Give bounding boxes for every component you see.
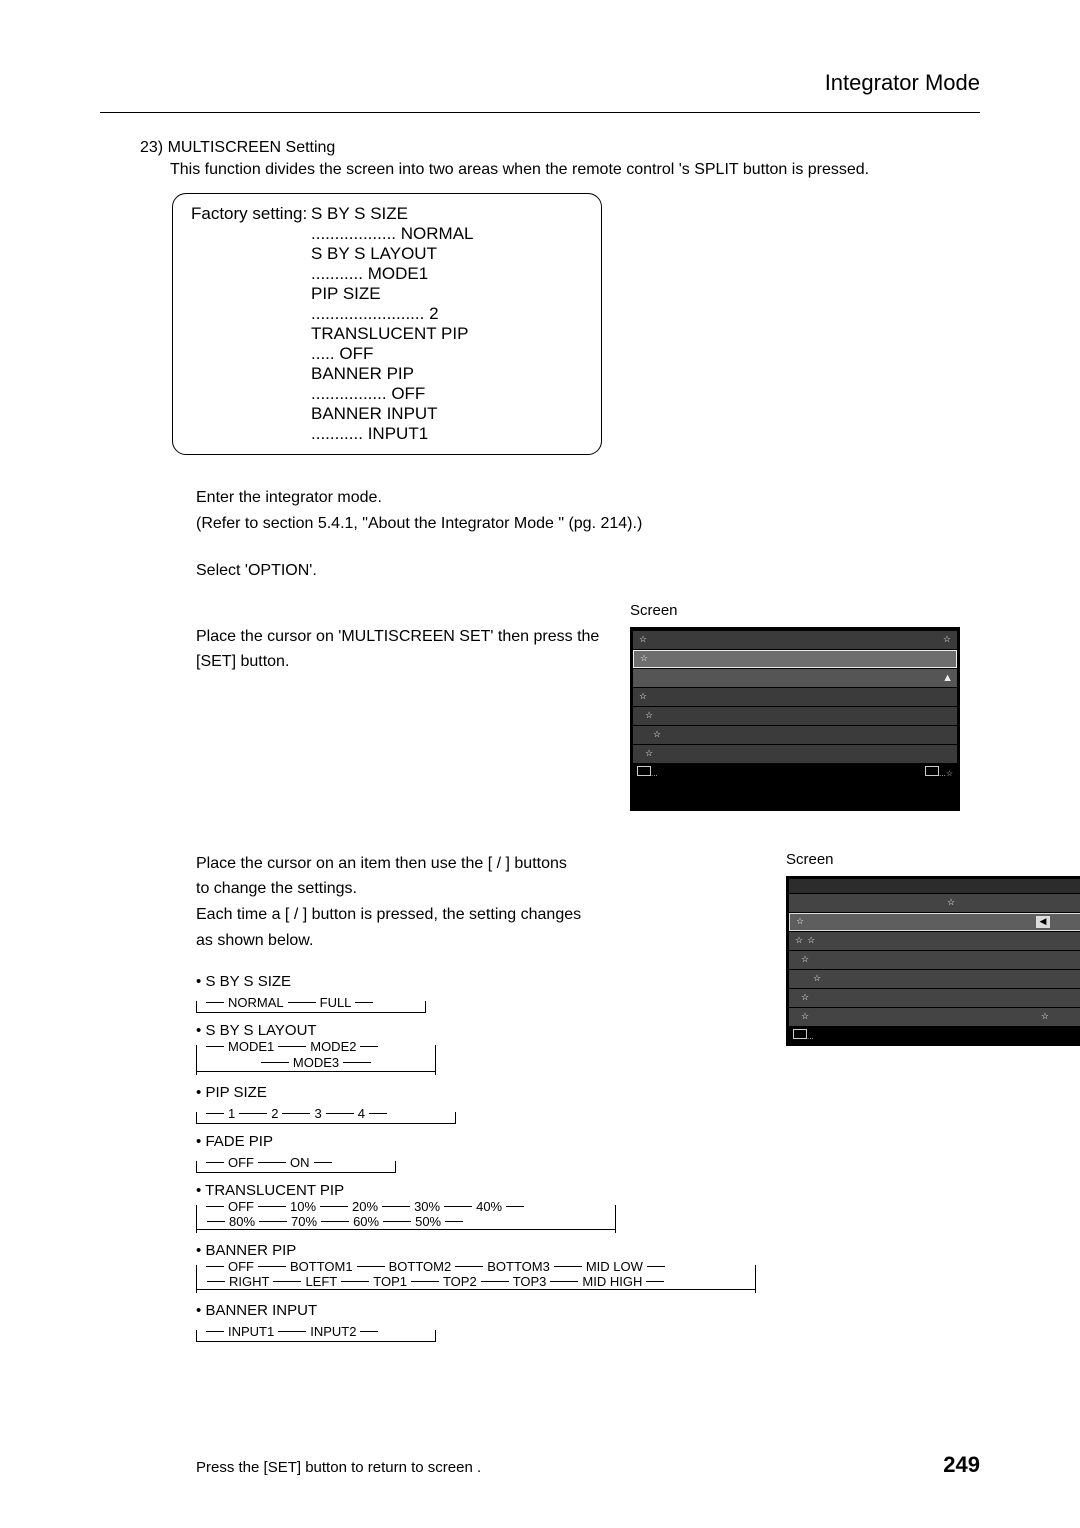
menu-icon	[925, 766, 939, 776]
scroll-up-icon: ▲	[942, 672, 953, 684]
step-4-line3: Each time a [ / ] button is pressed, the…	[100, 902, 756, 928]
screen-label-1: Screen	[630, 602, 980, 619]
step-2: Select 'OPTION'.	[100, 558, 980, 584]
step-3-line1: Place the cursor on 'MULTISCREEN SET' th…	[100, 624, 600, 650]
step-1-line2: (Refer to section 5.4.1, "About the Inte…	[100, 511, 980, 537]
step-3-line2: [SET] button.	[100, 649, 600, 675]
page-number: 249	[943, 1452, 980, 1478]
parameter-list: • S BY S SIZE NORMAL FULL • S BY S LAYOU…	[100, 973, 756, 1339]
arrow-left-icon: ◀	[1036, 916, 1050, 928]
step-4-line4: as shown below.	[100, 928, 756, 954]
screen-label-2: Screen	[786, 851, 1080, 868]
osd-screen-1: ☆☆ ☆ ▲ ☆ ☆ ☆ ☆ ......☆	[630, 627, 960, 811]
step-4-line1: Place the cursor on an item then use the…	[100, 851, 756, 877]
menu-icon	[793, 1029, 807, 1039]
header-title: Integrator Mode	[825, 70, 980, 95]
section-heading: 23) MULTISCREEN Setting	[100, 139, 980, 157]
section-description: This function divides the screen into tw…	[100, 161, 980, 179]
factory-setting-box: Factory setting: S BY S SIZE ...........…	[172, 193, 602, 455]
menu-icon	[637, 766, 651, 776]
page-header: Integrator Mode	[100, 70, 980, 113]
footer-note: Press the [SET] button to return to scre…	[196, 1459, 481, 1476]
osd-screen-2: ☆ ☆ ◀ ▶ ☆☆ ☆ ☆ ☆ ☆☆ ......☆	[786, 876, 1080, 1046]
step-4-line2: to change the settings.	[100, 876, 756, 902]
step-1-line1: Enter the integrator mode.	[100, 485, 980, 511]
